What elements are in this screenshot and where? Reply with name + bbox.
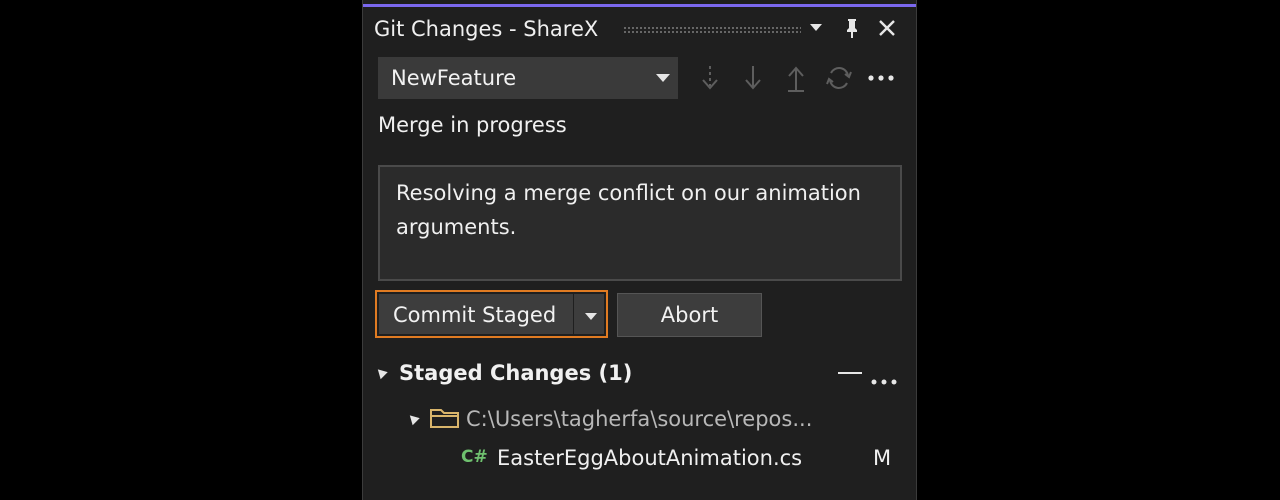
pull-icon[interactable]: [737, 62, 769, 94]
panel-title: Git Changes - ShareX: [374, 17, 599, 41]
csharp-file-icon: C#: [461, 447, 488, 467]
branch-picker[interactable]: NewFeature: [378, 57, 678, 99]
folder-icon: [429, 406, 461, 434]
minimize-icon[interactable]: [838, 372, 862, 374]
commit-message-text: Resolving a merge conflict on our animat…: [396, 181, 861, 239]
close-icon[interactable]: [874, 14, 900, 42]
section-more-icon[interactable]: [871, 370, 897, 389]
commit-staged-button[interactable]: Commit Staged: [375, 290, 608, 338]
commit-message-input[interactable]: Resolving a merge conflict on our animat…: [378, 165, 902, 281]
panel-titlebar[interactable]: Git Changes - ShareX: [363, 10, 916, 46]
more-icon[interactable]: [865, 62, 897, 94]
staged-file-item[interactable]: C# EasterEggAboutAnimation.cs M: [363, 441, 916, 477]
pin-icon[interactable]: [839, 14, 865, 42]
folder-tree-item[interactable]: C:\Users\tagherfa\source\repos...: [363, 402, 916, 438]
folder-collapse-icon[interactable]: [406, 411, 420, 426]
abort-label: Abort: [660, 303, 719, 327]
abort-button[interactable]: Abort: [617, 293, 762, 337]
dropdown-icon[interactable]: [803, 14, 829, 42]
merge-status-text: Merge in progress: [378, 113, 567, 137]
push-icon[interactable]: [780, 62, 812, 94]
folder-path: C:\Users\tagherfa\source\repos...: [466, 407, 813, 431]
branch-name: NewFeature: [391, 66, 517, 90]
staged-changes-header[interactable]: Staged Changes (1): [363, 355, 916, 393]
commit-staged-label: Commit Staged: [393, 303, 557, 327]
drag-grip[interactable]: [623, 26, 801, 34]
sync-icon[interactable]: [823, 62, 855, 94]
split-divider: [573, 294, 574, 334]
fetch-icon[interactable]: [694, 62, 726, 94]
file-status-badge: M: [873, 446, 892, 470]
commit-button-face: Commit Staged: [379, 294, 604, 334]
chevron-down-icon: [656, 74, 670, 82]
commit-options-chevron-icon[interactable]: [585, 313, 597, 320]
staged-changes-title: Staged Changes (1): [399, 361, 633, 385]
active-window-accent-bar: [363, 4, 916, 7]
file-name: EasterEggAboutAnimation.cs: [497, 446, 803, 470]
collapse-icon[interactable]: [374, 365, 388, 380]
git-changes-panel: Git Changes - ShareX NewFeature Merge in…: [362, 0, 917, 500]
